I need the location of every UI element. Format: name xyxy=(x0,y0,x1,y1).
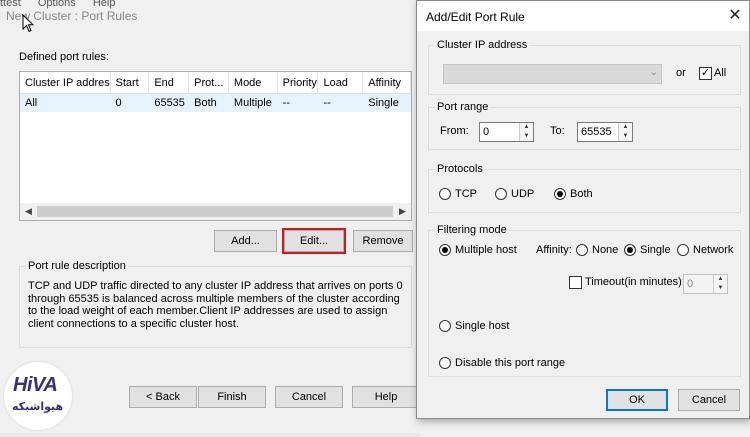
cluster-ip-combobox[interactable]: ⌄ xyxy=(443,64,662,84)
window-bottom-edge xyxy=(0,433,420,437)
menu-item-help[interactable]: Help xyxy=(93,0,116,9)
affinity-network-radio[interactable] xyxy=(677,244,689,256)
protocols-group: Protocols TCP UDP Both xyxy=(428,163,741,213)
single-host-label[interactable]: Single host xyxy=(455,320,509,332)
filtering-mode-group: Filtering mode Multiple host Affinity: N… xyxy=(428,224,741,377)
description-title: Port rule description xyxy=(26,260,128,272)
help-button[interactable]: Help xyxy=(352,386,420,408)
cell-protocol: Both xyxy=(194,97,217,109)
timeout-label[interactable]: Timeout(in minutes): xyxy=(585,276,685,288)
menu-item-file[interactable]: ttest xyxy=(0,0,21,9)
tcp-radio[interactable] xyxy=(439,188,451,200)
column-header-mode[interactable]: Mode xyxy=(229,72,278,94)
menu-item-options[interactable]: Options xyxy=(38,0,76,9)
dialog-title: Add/Edit Port Rule xyxy=(426,10,525,24)
list-header: Cluster IP address Start End Prot... Mod… xyxy=(20,72,411,94)
scroll-right-icon[interactable]: ▶ xyxy=(394,203,411,220)
column-header-start[interactable]: Start xyxy=(111,72,150,94)
affinity-network-label[interactable]: Network xyxy=(693,244,733,256)
port-range-group: Port range From: 0 ▲ ▼ To: 65535 ▲ ▼ xyxy=(428,101,741,150)
disable-port-range-label[interactable]: Disable this port range xyxy=(455,357,565,369)
both-radio[interactable] xyxy=(554,188,566,200)
close-icon[interactable]: ✕ xyxy=(721,1,749,31)
logo-subtitle: هیواشبکه xyxy=(12,401,64,413)
table-row[interactable]: All 0 65535 Both Multiple -- -- Single xyxy=(20,94,411,112)
chevron-down-icon: ⌄ xyxy=(649,67,658,78)
mouse-cursor-icon xyxy=(22,14,34,33)
scroll-left-icon[interactable]: ◀ xyxy=(20,203,37,220)
cell-priority: -- xyxy=(282,97,290,109)
udp-radio[interactable] xyxy=(495,188,507,200)
cell-load: -- xyxy=(323,97,331,109)
defined-port-rules-label: Defined port rules: xyxy=(19,51,109,63)
to-label: To: xyxy=(550,125,565,137)
tcp-label[interactable]: TCP xyxy=(455,188,477,200)
all-checkbox-label[interactable]: All xyxy=(714,67,726,79)
column-header-protocol[interactable]: Prot... xyxy=(189,72,229,94)
menu-bar: ttest Options Help xyxy=(0,0,129,9)
port-rules-list[interactable]: Cluster IP address Start End Prot... Mod… xyxy=(19,71,412,221)
protocols-group-title: Protocols xyxy=(435,163,485,175)
to-port-stepper[interactable]: 65535 ▲ ▼ xyxy=(577,122,633,142)
horizontal-scrollbar[interactable]: ◀ ▶ xyxy=(20,203,411,220)
ok-button[interactable]: OK xyxy=(606,389,668,411)
affinity-none-radio[interactable] xyxy=(576,244,588,256)
stepper-arrows-icon[interactable]: ▲ ▼ xyxy=(713,275,727,293)
dialog-title-bar: Add/Edit Port Rule ✕ xyxy=(417,1,749,31)
port-rule-description-group: Port rule description TCP and UDP traffi… xyxy=(19,260,412,348)
back-button[interactable]: < Back xyxy=(129,386,197,408)
column-header-end[interactable]: End xyxy=(149,72,190,94)
udp-label[interactable]: UDP xyxy=(511,188,534,200)
cancel-button[interactable]: Cancel xyxy=(678,389,740,411)
remove-rule-button[interactable]: Remove xyxy=(353,230,413,252)
finish-button[interactable]: Finish xyxy=(198,386,266,408)
single-host-radio[interactable] xyxy=(439,320,451,332)
cluster-ip-group: Cluster IP address ⌄ or ✓ All xyxy=(428,39,741,95)
timeout-checkbox[interactable] xyxy=(569,276,582,289)
wizard-cancel-button[interactable]: Cancel xyxy=(275,386,343,408)
from-port-value[interactable]: 0 xyxy=(483,126,489,138)
edit-rule-button[interactable]: Edit... xyxy=(282,228,346,254)
affinity-single-radio[interactable] xyxy=(624,244,636,256)
multiple-host-label[interactable]: Multiple host xyxy=(455,244,517,256)
cell-end: 65535 xyxy=(154,97,185,109)
filtering-mode-group-title: Filtering mode xyxy=(435,224,509,236)
affinity-none-label[interactable]: None xyxy=(592,244,618,256)
logo-wordmark: HiVA xyxy=(13,374,58,396)
add-edit-port-rule-dialog: Add/Edit Port Rule ✕ Cluster IP address … xyxy=(416,0,750,419)
port-rules-window: ttest Options Help New Cluster : Port Ru… xyxy=(0,0,420,437)
column-header-load[interactable]: Load xyxy=(318,72,364,94)
add-rule-button[interactable]: Add... xyxy=(214,230,277,252)
stepper-arrows-icon[interactable]: ▲ ▼ xyxy=(519,123,533,141)
stepper-arrows-icon[interactable]: ▲ ▼ xyxy=(618,123,632,141)
scrollbar-thumb[interactable] xyxy=(37,206,393,217)
column-header-affinity[interactable]: Affinity xyxy=(363,72,411,94)
port-range-group-title: Port range xyxy=(435,101,491,113)
all-checkbox[interactable]: ✓ xyxy=(699,67,712,80)
affinity-single-label[interactable]: Single xyxy=(640,244,671,256)
both-label[interactable]: Both xyxy=(570,188,593,200)
column-header-priority[interactable]: Priority xyxy=(278,72,319,94)
column-header-cluster-ip[interactable]: Cluster IP address xyxy=(20,72,111,94)
to-port-value[interactable]: 65535 xyxy=(581,126,612,138)
brand-logo: HiVA هیواشبکه xyxy=(4,362,72,430)
disable-port-range-radio[interactable] xyxy=(439,357,451,369)
cell-affinity: Single xyxy=(368,97,399,109)
cluster-ip-group-title: Cluster IP address xyxy=(435,39,530,51)
cell-start: 0 xyxy=(115,97,122,109)
timeout-stepper[interactable]: 0 ▲ ▼ xyxy=(683,274,728,294)
multiple-host-radio[interactable] xyxy=(439,244,451,256)
cell-cluster-ip: All xyxy=(25,97,38,109)
timeout-value[interactable]: 0 xyxy=(687,278,693,290)
or-label: or xyxy=(676,67,686,79)
from-label: From: xyxy=(440,125,469,137)
from-port-stepper[interactable]: 0 ▲ ▼ xyxy=(479,122,534,142)
affinity-label: Affinity: xyxy=(536,244,572,256)
description-text: TCP and UDP traffic directed to any clus… xyxy=(28,280,403,330)
cell-mode: Multiple xyxy=(233,97,272,109)
